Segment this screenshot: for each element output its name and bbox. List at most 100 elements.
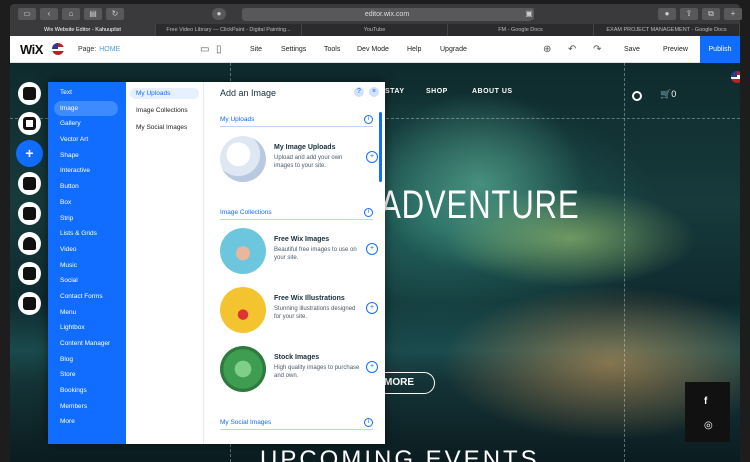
subcategory-my-social-images[interactable]: My Social Images: [130, 122, 199, 133]
item-description: Stunning illustrations designed for your…: [274, 306, 356, 320]
section-label: My Uploads: [220, 116, 255, 123]
pen-icon[interactable]: [18, 232, 41, 255]
category-music[interactable]: Music: [48, 258, 126, 274]
reload-icon[interactable]: ↻: [106, 8, 124, 20]
media-icon[interactable]: [18, 202, 41, 225]
privacy-icon[interactable]: ●: [212, 8, 226, 20]
cart-icon[interactable]: 🛒0: [660, 89, 676, 100]
category-image[interactable]: Image: [54, 100, 118, 117]
site-language-flag-icon[interactable]: [731, 71, 740, 83]
help-icon[interactable]: ?: [354, 87, 364, 97]
publish-button[interactable]: Publish: [700, 36, 740, 63]
close-icon[interactable]: ×: [369, 87, 379, 97]
section-header-my-social-images: My Social Images i: [220, 418, 373, 430]
bookings-icon[interactable]: [18, 292, 41, 315]
menu-help[interactable]: Help: [407, 46, 421, 53]
preview-button[interactable]: Preview: [663, 46, 688, 53]
category-video[interactable]: Video: [48, 242, 126, 258]
add-item-icon[interactable]: +: [366, 302, 378, 314]
undo-icon[interactable]: ↶: [568, 44, 576, 55]
category-store[interactable]: Store: [48, 367, 126, 383]
category-members[interactable]: Members: [48, 399, 126, 415]
apps-icon[interactable]: [18, 172, 41, 195]
item-stock-images[interactable]: Stock Images High quality images to purc…: [220, 346, 378, 396]
save-button[interactable]: Save: [624, 46, 640, 53]
member-avatar-icon[interactable]: [632, 91, 642, 101]
browser-tab[interactable]: EXAM PROJECT MANAGEMENT - Google Docs: [594, 24, 740, 36]
sidebar-toggle-icon[interactable]: ▭: [18, 8, 36, 20]
browser-toolbar: ▭ ‹ ⌂ ▤ ↻ ● editor.wix.com ▣ ● ⇪ ⧉ +: [10, 4, 742, 24]
bookmark-icon[interactable]: ▤: [84, 8, 102, 20]
menu-settings[interactable]: Settings: [281, 46, 306, 53]
browser-tab[interactable]: FM - Google Docs: [448, 24, 594, 36]
desktop-view-icon[interactable]: ▭: [200, 44, 209, 55]
category-shape[interactable]: Shape: [48, 148, 126, 164]
store-icon[interactable]: [18, 262, 41, 285]
zoom-icon[interactable]: ⊕: [543, 44, 551, 55]
facebook-icon[interactable]: f: [704, 396, 707, 407]
subcategory-my-uploads[interactable]: My Uploads: [130, 88, 199, 99]
back-icon[interactable]: ‹: [40, 8, 58, 20]
mobile-view-icon[interactable]: ▯: [216, 44, 222, 55]
menu-dev-mode[interactable]: Dev Mode: [357, 46, 389, 53]
instagram-icon[interactable]: ◎: [704, 420, 713, 431]
share-icon[interactable]: ⇪: [680, 8, 698, 20]
add-icon[interactable]: +: [18, 142, 41, 165]
item-free-wix-images[interactable]: Free Wix Images Beautiful free images to…: [220, 228, 378, 278]
category-content-manager[interactable]: Content Manager: [48, 336, 126, 352]
redo-icon[interactable]: ↷: [593, 44, 601, 55]
category-blog[interactable]: Blog: [48, 352, 126, 368]
subcategory-image-collections[interactable]: Image Collections: [130, 105, 199, 116]
category-button[interactable]: Button: [48, 179, 126, 195]
hero-title[interactable]: ADVENTURE: [380, 183, 579, 228]
category-lists-grids[interactable]: Lists & Grids: [48, 226, 126, 242]
menu-upgrade[interactable]: Upgrade: [440, 46, 467, 53]
category-gallery[interactable]: Gallery: [48, 116, 126, 132]
category-menu[interactable]: Menu: [48, 305, 126, 321]
panel-scrollbar[interactable]: [379, 112, 382, 182]
cart-count: 0: [671, 89, 677, 99]
stock-images-thumbnail: [220, 346, 266, 392]
add-item-icon[interactable]: +: [366, 361, 378, 373]
site-nav-item[interactable]: STAY: [385, 88, 405, 95]
info-icon[interactable]: i: [364, 115, 373, 124]
address-bar[interactable]: editor.wix.com: [242, 8, 532, 21]
category-interactive[interactable]: Interactive: [48, 163, 126, 179]
category-bookings[interactable]: Bookings: [48, 383, 126, 399]
language-flag-icon[interactable]: [51, 43, 64, 55]
add-item-icon[interactable]: +: [366, 243, 378, 255]
add-panel-content: Add an Image ? × My Uploads i My Image U…: [204, 82, 385, 444]
menu-site[interactable]: Site: [250, 46, 262, 53]
page-selector[interactable]: HOME: [99, 46, 120, 53]
reader-icon[interactable]: ▣: [524, 8, 534, 20]
extension-icon[interactable]: ●: [658, 8, 676, 20]
browser-tab[interactable]: YouTube: [302, 24, 448, 36]
category-contact-forms[interactable]: Contact Forms: [48, 289, 126, 305]
new-tab-icon[interactable]: +: [724, 8, 742, 20]
category-more[interactable]: More: [48, 414, 126, 430]
section-title[interactable]: UPCOMING EVENTS: [260, 446, 540, 462]
category-text[interactable]: Text: [48, 85, 126, 101]
category-lightbox[interactable]: Lightbox: [48, 320, 126, 336]
tabs-icon[interactable]: ⧉: [702, 8, 720, 20]
info-icon[interactable]: i: [364, 208, 373, 217]
add-item-icon[interactable]: +: [366, 151, 378, 163]
site-nav-item[interactable]: SHOP: [426, 88, 448, 95]
item-my-image-uploads[interactable]: My Image Uploads Upload and add your own…: [220, 136, 378, 186]
info-icon[interactable]: i: [364, 418, 373, 427]
site-nav-item[interactable]: ABOUT US: [472, 88, 513, 95]
background-icon[interactable]: [18, 82, 41, 105]
wix-logo[interactable]: WiX: [20, 42, 43, 57]
editor-topbar: WiX Page: HOME ▭ ▯ Site Settings Tools D…: [10, 36, 740, 63]
browser-tab[interactable]: Wix Website Editor - Kahuuplist: [10, 24, 156, 36]
category-social[interactable]: Social: [48, 273, 126, 289]
home-icon[interactable]: ⌂: [62, 8, 80, 20]
social-bar[interactable]: f ◎: [685, 382, 730, 442]
browser-tab[interactable]: Free Video Library — ClickPaint - Digita…: [156, 24, 302, 36]
category-strip[interactable]: Strip: [48, 211, 126, 227]
menu-tools[interactable]: Tools: [324, 46, 340, 53]
category-box[interactable]: Box: [48, 195, 126, 211]
item-free-wix-illustrations[interactable]: Free Wix Illustrations Stunning illustra…: [220, 287, 378, 337]
category-vector-art[interactable]: Vector Art: [48, 132, 126, 148]
pages-icon[interactable]: [18, 112, 41, 135]
